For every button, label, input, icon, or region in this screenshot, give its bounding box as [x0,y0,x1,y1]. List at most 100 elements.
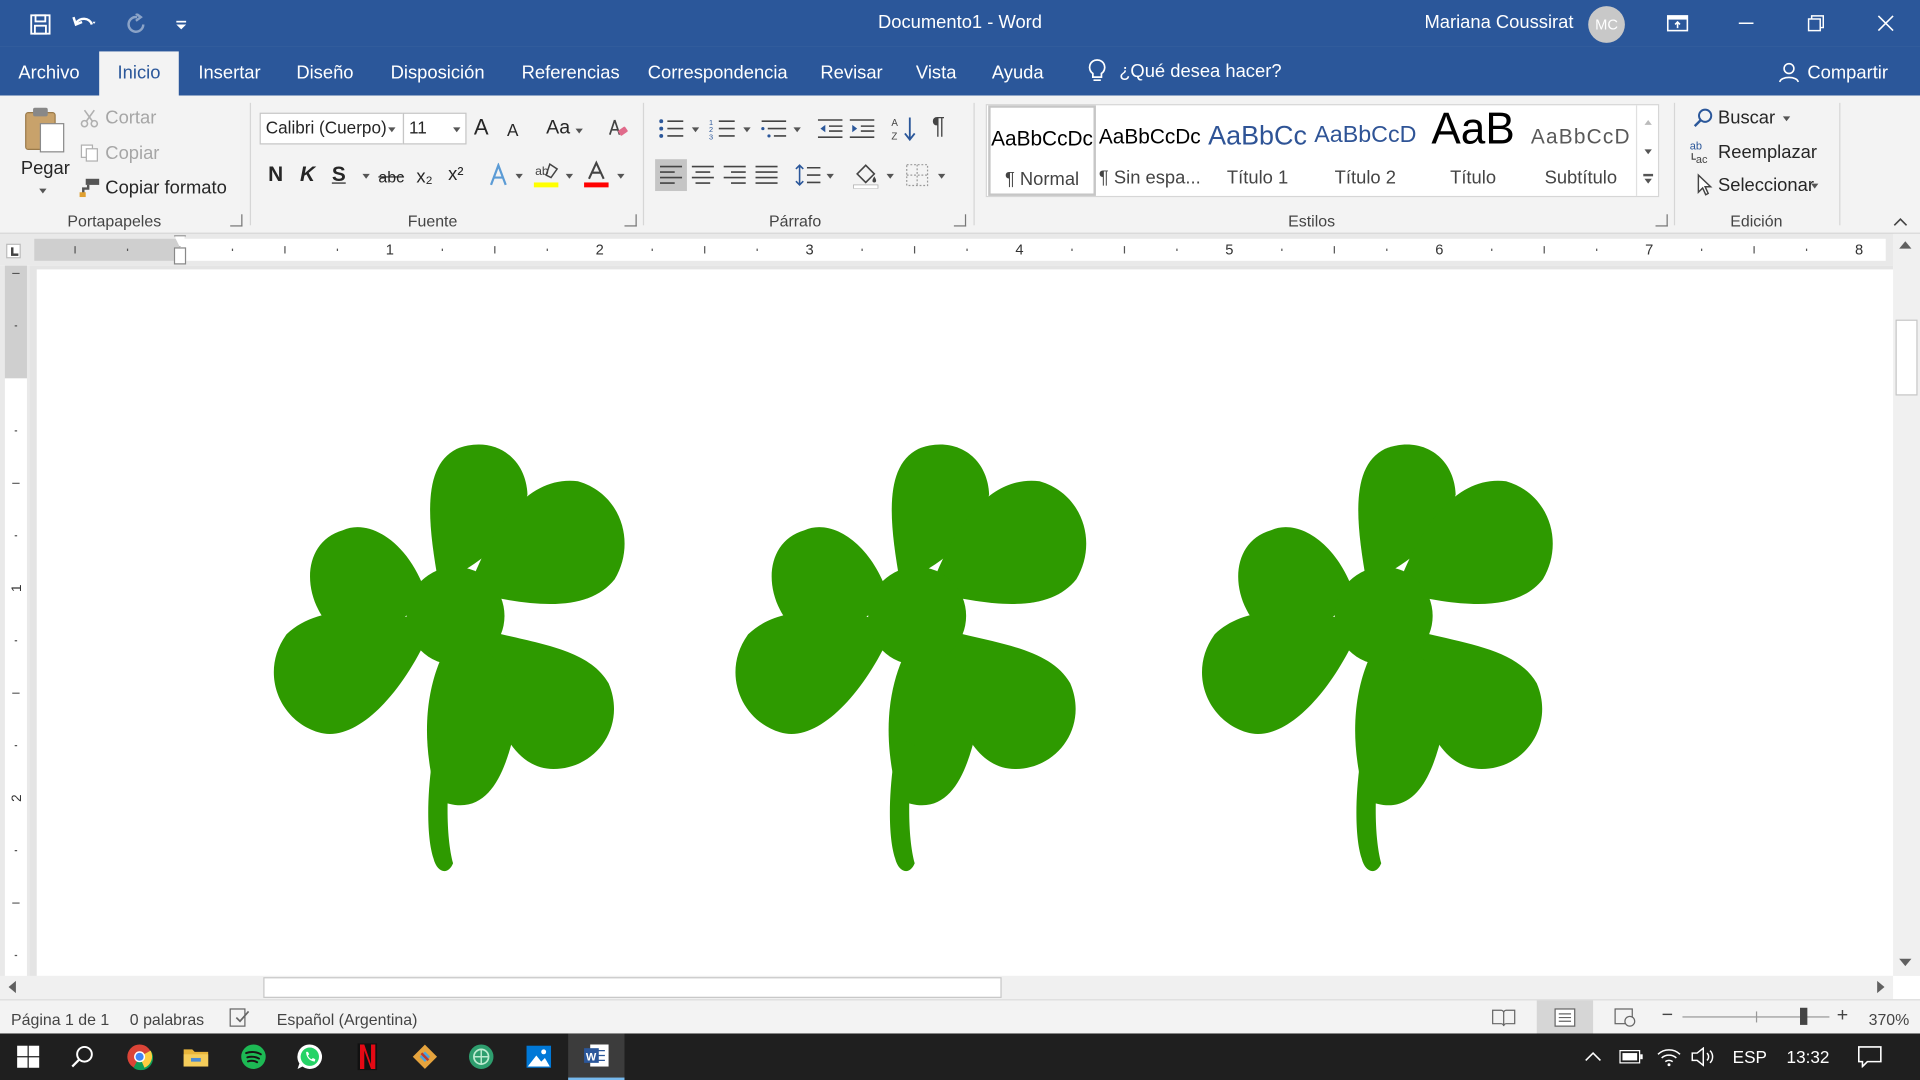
increase-indent-button[interactable] [847,115,876,142]
git-app-button[interactable] [397,1033,453,1080]
justify-button[interactable] [751,159,783,191]
shading-dropdown-icon[interactable] [886,173,894,179]
paragraph-launcher-icon[interactable] [953,214,967,227]
select-button[interactable]: Seleccionar [1718,175,1814,196]
proofing-icon[interactable] [229,1008,251,1028]
language-status[interactable]: Español (Argentina) [277,1010,418,1028]
clear-formatting-button[interactable] [605,116,629,140]
start-button[interactable] [0,1033,56,1080]
word-count[interactable]: 0 palabras [130,1010,204,1028]
numbering-button[interactable]: 123 [708,115,737,142]
font-size-dropdown-icon[interactable] [453,127,461,133]
change-case-dropdown-icon[interactable] [575,128,583,134]
word-button[interactable]: W [568,1033,625,1080]
decrease-indent-button[interactable] [816,115,845,142]
borders-button[interactable] [901,159,933,191]
clover-shape[interactable] [1201,438,1553,872]
hanging-indent-marker[interactable] [173,247,187,265]
align-center-button[interactable] [687,159,719,191]
style-titulo-2[interactable]: AaBbCcD Título 2 [1311,105,1419,196]
bullets-button[interactable] [656,115,685,142]
find-button[interactable]: Buscar [1718,108,1775,129]
zoom-in-button[interactable]: + [1837,1005,1848,1027]
italic-button[interactable]: K [300,163,315,187]
font-launcher-icon[interactable] [624,214,637,227]
font-color-button[interactable] [582,159,611,191]
clipboard-launcher-icon[interactable] [230,214,243,227]
align-right-button[interactable] [719,159,751,191]
taskbar-search-button[interactable] [54,1033,110,1080]
tab-insertar[interactable]: Insertar [198,62,260,83]
tab-archivo[interactable]: Archivo [18,62,79,83]
gallery-scroll-down-icon[interactable] [1644,149,1652,155]
spotify-button[interactable] [225,1033,281,1080]
sort-button[interactable]: AZ [889,114,918,143]
tray-overflow-button[interactable] [1585,1033,1602,1080]
scroll-up-arrow-icon[interactable] [1899,241,1912,249]
zoom-level[interactable]: 370% [1869,1010,1910,1028]
format-painter-button[interactable]: Copiar formato [105,178,226,199]
tab-inicio[interactable]: Inicio [99,51,179,96]
battery-button[interactable] [1619,1033,1643,1080]
text-effects-button[interactable] [485,162,512,189]
bold-button[interactable]: N [268,163,283,187]
read-mode-icon[interactable] [1491,1008,1516,1028]
shading-button[interactable] [850,159,882,191]
document-page[interactable] [36,269,1894,976]
underline-button[interactable]: S [332,163,346,187]
font-color-dropdown-icon[interactable] [617,173,625,179]
borders-dropdown-icon[interactable] [937,173,946,179]
collapse-ribbon-button[interactable] [1891,213,1911,230]
style-titulo-1[interactable]: AaBbCc Título 1 [1204,105,1312,196]
tab-diseno[interactable]: Diseño [296,62,353,83]
superscript-button[interactable]: x² [448,164,463,185]
line-spacing-button[interactable] [793,159,822,191]
horizontal-scroll-thumb[interactable] [263,977,1002,998]
style-normal[interactable]: AaBbCcDc ¶ Normal [988,105,1096,196]
scroll-left-arrow-icon[interactable] [8,980,16,994]
bullets-dropdown-icon[interactable] [691,127,700,133]
subscript-button[interactable]: x₂ [416,167,432,188]
paste-dropdown-icon[interactable] [39,188,47,194]
highlight-dropdown-icon[interactable] [565,173,574,179]
minimize-button[interactable] [1712,0,1781,47]
gallery-more-icon[interactable] [1644,178,1652,184]
style-sin-espaciado[interactable]: AaBbCcDc ¶ Sin espa... [1096,105,1204,196]
tab-referencias[interactable]: Referencias [522,62,620,83]
close-button[interactable] [1851,0,1920,47]
globe-app-button[interactable] [453,1033,509,1080]
scroll-right-arrow-icon[interactable] [1877,980,1885,994]
find-dropdown-icon[interactable] [1782,116,1791,122]
vertical-scroll-thumb[interactable] [1895,319,1918,396]
font-name-dropdown-icon[interactable] [388,127,396,133]
user-name[interactable]: Mariana Coussirat [1424,12,1573,33]
tab-vista[interactable]: Vista [916,62,957,83]
horizontal-ruler[interactable]: 1 2 3 4 5 6 7 8 [0,233,1920,266]
font-name-field[interactable]: Calibri (Cuerpo) [259,112,405,145]
copy-button[interactable]: Copiar [105,143,159,164]
strikethrough-button[interactable]: abc [378,168,404,186]
clover-shape[interactable] [735,438,1087,872]
horizontal-scrollbar[interactable] [0,975,1894,1000]
numbering-dropdown-icon[interactable] [743,127,751,133]
page-count[interactable]: Página 1 de 1 [11,1010,109,1028]
gallery-scroll-up-icon[interactable] [1644,120,1652,125]
share-button[interactable]: Compartir [1778,61,1888,83]
select-dropdown-icon[interactable] [1811,183,1819,189]
action-center-button[interactable] [1857,1033,1882,1080]
print-layout-icon[interactable] [1536,1000,1594,1034]
input-language[interactable]: ESP [1733,1033,1767,1080]
restore-button[interactable] [1782,0,1851,47]
align-left-button[interactable] [655,159,687,192]
netflix-button[interactable] [339,1033,395,1080]
underline-dropdown-icon[interactable] [362,173,370,179]
tab-ayuda[interactable]: Ayuda [992,62,1044,83]
avatar[interactable]: MC [1588,6,1625,43]
web-layout-icon[interactable] [1614,1008,1636,1028]
grow-font-button[interactable]: A [474,115,489,141]
tab-correspondencia[interactable]: Correspondencia [648,62,788,83]
multilevel-list-button[interactable] [759,115,788,142]
paste-icon[interactable] [20,103,69,157]
multilevel-dropdown-icon[interactable] [793,127,801,133]
show-formatting-button[interactable]: ¶ [932,113,945,141]
